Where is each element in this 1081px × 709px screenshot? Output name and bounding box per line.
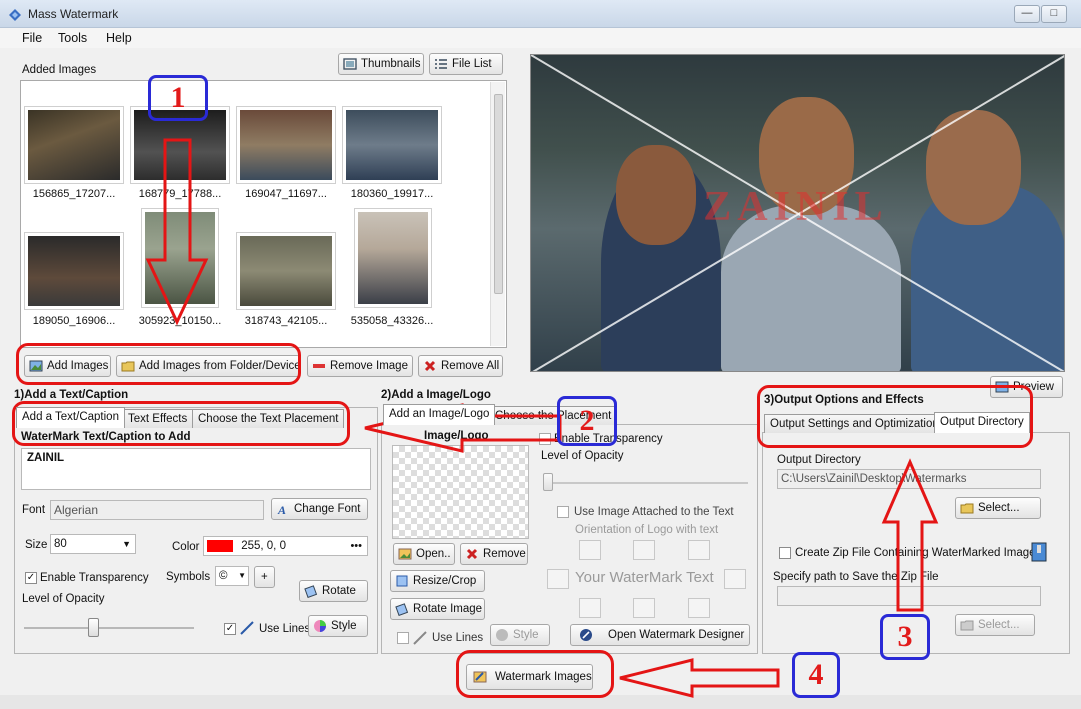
annotation-number-4: 4 xyxy=(792,652,840,698)
annotation-number-1: 1 xyxy=(148,75,208,121)
tab-add-text[interactable]: Add a Text/Caption xyxy=(16,407,125,428)
tab-output-directory[interactable]: Output Directory xyxy=(934,412,1030,433)
annotation-number-2: 2 xyxy=(557,396,617,446)
annotation-number-3: 3 xyxy=(880,614,930,660)
tab-add-logo[interactable]: Add an Image/Logo xyxy=(383,404,496,425)
